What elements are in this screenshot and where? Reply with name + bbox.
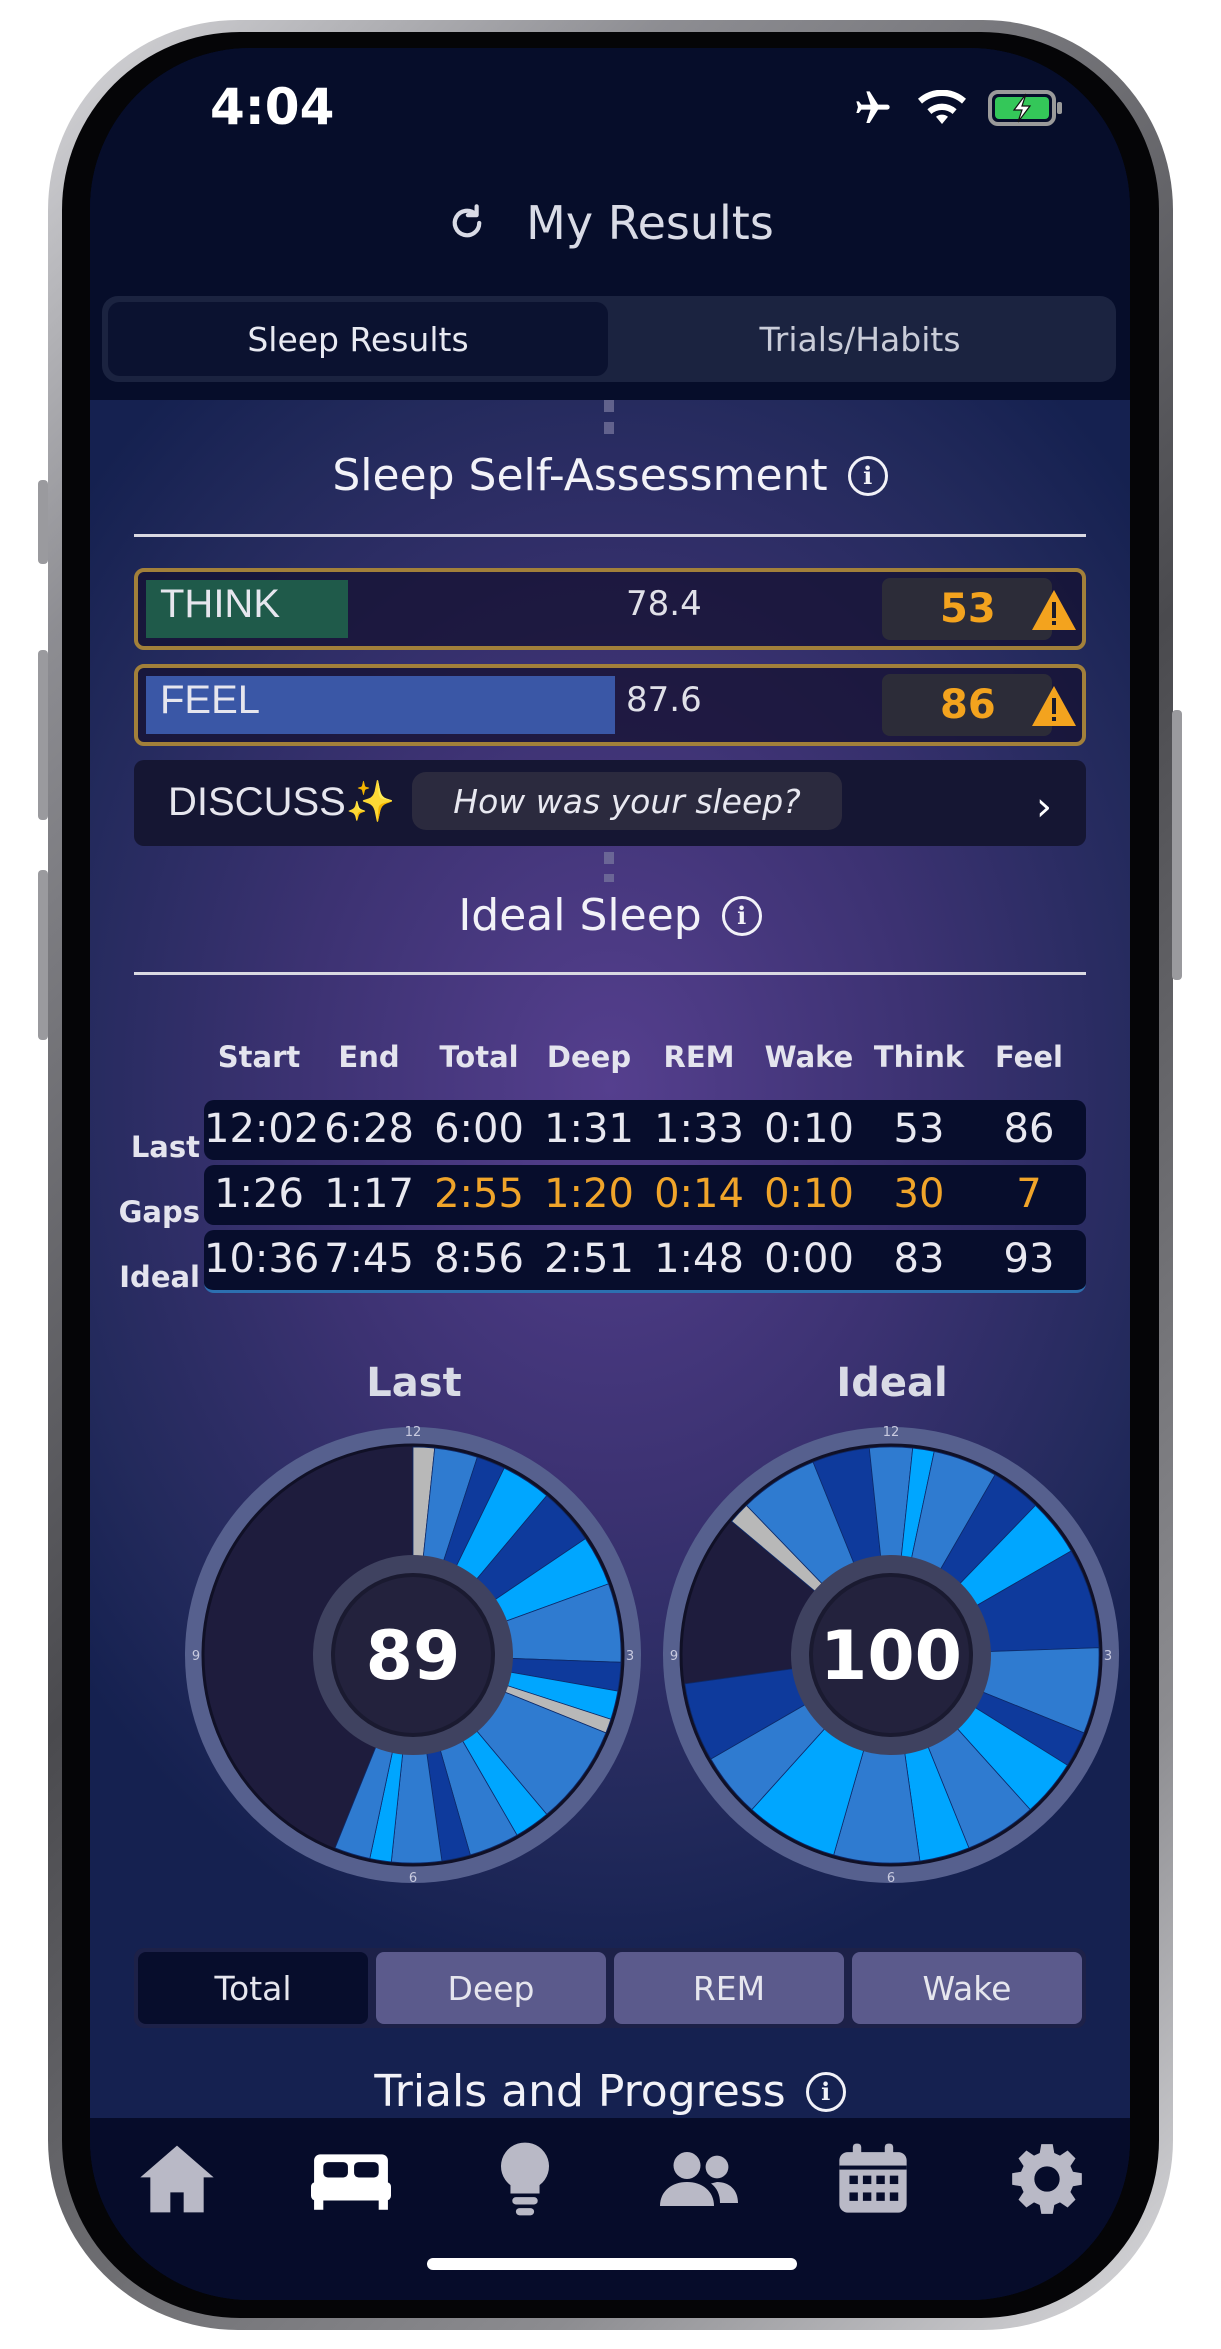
wifi-icon — [918, 90, 966, 124]
col-header-end: End — [338, 1040, 400, 1074]
table-cell: 1:31 — [544, 1106, 634, 1152]
lightbulb-icon[interactable] — [482, 2136, 568, 2222]
col-header-feel: Feel — [995, 1040, 1063, 1074]
table-row: 10:36 7:45 8:56 2:51 1:48 0:00 83 93 — [204, 1230, 1086, 1293]
table-cell: 7:45 — [324, 1236, 414, 1282]
stage-tab-wake[interactable]: Wake — [852, 1952, 1082, 2024]
ideal-dial-tick-12: 12 — [883, 1425, 900, 1440]
home-icon[interactable] — [134, 2136, 220, 2222]
scroll-content[interactable]: Sleep Self-Assessment i THINK 78.4 53 FE… — [90, 400, 1130, 2118]
col-header-think: Think — [873, 1040, 965, 1074]
last-dial-score: 89 — [366, 1617, 461, 1696]
table-cell: 30 — [893, 1171, 945, 1217]
last-dial-tick-6: 6 — [409, 1871, 417, 1886]
table-cell: 0:14 — [654, 1171, 744, 1217]
refresh-icon[interactable] — [446, 202, 488, 244]
screen: 4:04 My Results Sleep Results Trials/Hab… — [90, 48, 1130, 2300]
stage-tab-deep[interactable]: Deep — [376, 1952, 606, 2024]
table-cell: 12:02 — [204, 1106, 320, 1152]
table-cell: 6:28 — [324, 1106, 414, 1152]
col-header-total: Total — [439, 1040, 519, 1074]
table-cell: 6:00 — [434, 1106, 524, 1152]
table-cell: 7 — [1016, 1171, 1042, 1217]
page-title: My Results — [526, 196, 774, 250]
table-cell: 1:17 — [324, 1171, 414, 1217]
info-icon[interactable]: i — [805, 2071, 846, 2112]
ideal-dial-title: Ideal — [836, 1360, 948, 1406]
table-cell: 2:51 — [544, 1236, 634, 1282]
people-icon[interactable] — [656, 2136, 742, 2222]
bed-icon[interactable] — [308, 2136, 394, 2222]
table-row: 12:02 6:28 6:00 1:31 1:33 0:10 53 86 — [204, 1100, 1086, 1160]
table-cell: 0:10 — [764, 1106, 854, 1152]
table-cell: 83 — [893, 1236, 945, 1282]
table-cell: 1:48 — [654, 1236, 744, 1282]
home-indicator[interactable] — [427, 2258, 797, 2270]
volume-up-button — [38, 650, 48, 820]
gear-icon[interactable] — [1004, 2136, 1090, 2222]
ideal-dial-score: 100 — [820, 1617, 962, 1696]
stage-tab-total[interactable]: Total — [138, 1952, 368, 2024]
table-cell: 2:55 — [434, 1171, 524, 1217]
stage-tabs: Total Deep REM Wake — [134, 1948, 1086, 2028]
status-icons — [850, 88, 1064, 128]
ideal-sleep-dial[interactable]: 12 3 6 9 100 — [656, 1420, 1126, 1890]
table-cell: 8:56 — [434, 1236, 524, 1282]
row-label-gaps: Gaps — [118, 1195, 200, 1229]
bottom-tab-bar — [90, 2118, 1130, 2300]
table-cell: 1:33 — [654, 1106, 744, 1152]
ideal-dial-tick-6: 6 — [887, 1871, 895, 1886]
calendar-icon[interactable] — [830, 2136, 916, 2222]
last-dial-tick-12: 12 — [405, 1425, 422, 1440]
status-time: 4:04 — [210, 78, 335, 136]
last-dial-title: Last — [366, 1360, 462, 1406]
battery-charging-icon — [988, 90, 1062, 126]
table-cell: 0:10 — [764, 1171, 854, 1217]
ideal-dial-tick-3: 3 — [1104, 1649, 1112, 1664]
mute-switch — [38, 480, 48, 564]
table-row: 1:26 1:17 2:55 1:20 0:14 0:10 30 7 — [204, 1165, 1086, 1225]
row-label-ideal: Ideal — [119, 1260, 200, 1294]
last-dial-tick-9: 9 — [192, 1649, 200, 1664]
ideal-sleep-table: Start End Total Deep REM Wake Think Feel… — [90, 400, 1130, 1294]
col-header-wake: Wake — [764, 1040, 854, 1074]
table-cell: 86 — [1003, 1106, 1055, 1152]
row-label-last: Last — [130, 1130, 200, 1164]
col-header-deep: Deep — [546, 1040, 632, 1074]
trials-progress-title-text: Trials and Progress — [374, 2066, 786, 2117]
table-cell: 93 — [1003, 1236, 1055, 1282]
table-cell: 1:26 — [214, 1171, 304, 1217]
trials-progress-title: Trials and Progress i — [90, 2066, 1130, 2117]
power-button — [1172, 710, 1182, 980]
table-cell: 10:36 — [204, 1236, 320, 1282]
results-segmented-control: Sleep Results Trials/Habits — [102, 296, 1116, 382]
col-header-rem: REM — [663, 1040, 735, 1074]
tab-sleep-results[interactable]: Sleep Results — [108, 302, 608, 376]
airplane-icon — [856, 91, 890, 123]
volume-down-button — [38, 870, 48, 1040]
last-sleep-dial[interactable]: 12 3 6 9 89 — [178, 1420, 648, 1890]
stage-tab-rem[interactable]: REM — [614, 1952, 844, 2024]
nav-title-bar: My Results — [90, 196, 1130, 250]
table-cell: 53 — [893, 1106, 945, 1152]
table-cell: 0:00 — [764, 1236, 854, 1282]
table-cell: 1:20 — [544, 1171, 634, 1217]
last-dial-tick-3: 3 — [626, 1649, 634, 1664]
tab-trials-habits[interactable]: Trials/Habits — [610, 302, 1110, 376]
ideal-dial-tick-9: 9 — [670, 1649, 678, 1664]
col-header-start: Start — [217, 1040, 301, 1074]
